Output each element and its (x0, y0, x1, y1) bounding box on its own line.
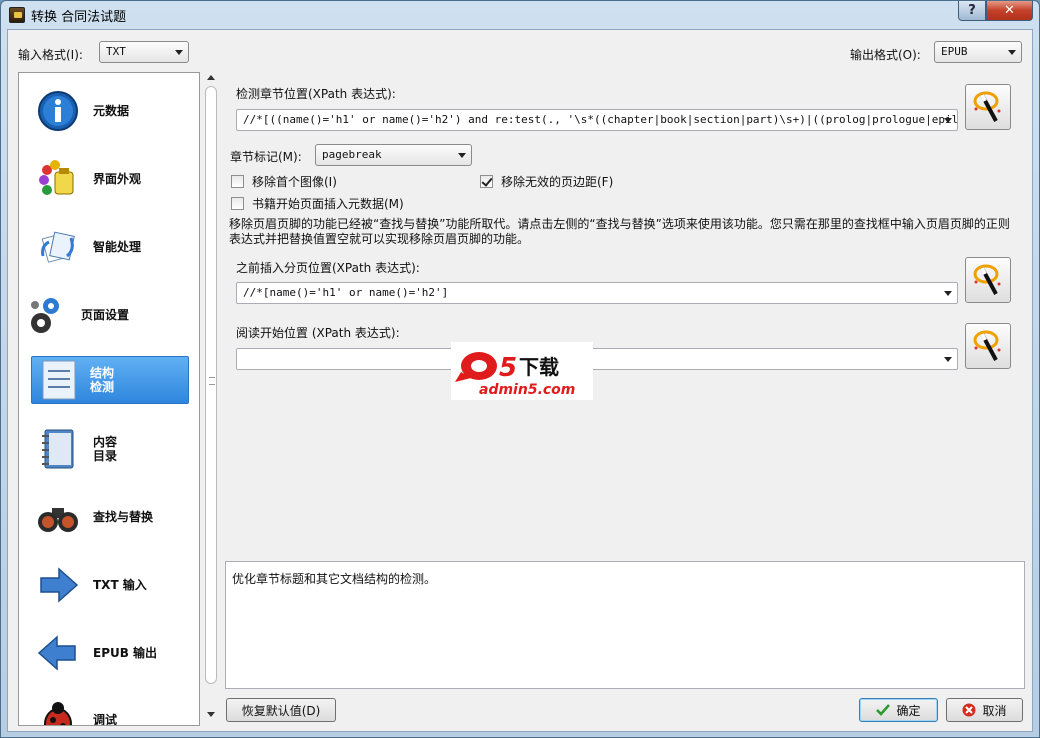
checkbox-label: 移除首个图像(I) (252, 175, 337, 189)
sidebar-item-label: TXT 输入 (93, 578, 147, 592)
chevron-down-icon (1008, 50, 1016, 55)
sidebar-item-label: 界面外观 (93, 172, 142, 186)
checkbox-box[interactable] (480, 175, 493, 188)
page-break-wizard-button[interactable] (965, 257, 1011, 303)
documents-icon (41, 231, 75, 263)
start-reading-xpath-input[interactable] (236, 348, 958, 370)
sidebar-item-label: 智能处理 (93, 240, 142, 254)
binoculars-icon (38, 508, 78, 532)
restore-defaults-label: 恢复默认值(D) (241, 703, 321, 718)
help-text-box: 优化章节标题和其它文档结构的检测。 (225, 561, 1025, 689)
chapter-mark-label: 章节标记(M): (230, 150, 302, 164)
chevron-down-icon (458, 153, 466, 158)
start-reading-label: 阅读开始位置 (XPath 表达式): (236, 326, 400, 340)
remove-fake-margins-checkbox[interactable]: 移除无效的页边距(F) (480, 173, 613, 190)
sidebar-item-label: 元数据 (93, 104, 130, 118)
sidebar-item-label: 调试 (93, 713, 118, 726)
sidebar-item-debug[interactable]: 调试 (23, 695, 195, 726)
sidebar-item-metadata[interactable]: 元数据 (23, 85, 195, 137)
checkbox-label: 移除无效的页边距(F) (501, 175, 614, 189)
page-break-label: 之前插入分页位置(XPath 表达式): (236, 261, 420, 275)
scroll-up-icon[interactable] (207, 75, 215, 80)
close-button[interactable]: ✕ (986, 1, 1033, 21)
sidebar-item-epub-output[interactable]: EPUB 输出 (23, 627, 195, 679)
chapter-mark-select[interactable]: pagebreak (315, 144, 472, 166)
dialog-client: 输入格式(I): TXT 输出格式(O): EPUB 元数据 界面外观 智能处理… (7, 29, 1033, 732)
magic-wand-icon (973, 330, 1001, 361)
a5-logo-icon: 5 下载 admin5.com (455, 352, 575, 398)
sidebar-item-label: EPUB 输出 (93, 646, 158, 660)
sidebar-item-structure-detection[interactable]: 结构 检测 (31, 356, 189, 404)
sidebar-item-txt-input[interactable]: TXT 输入 (23, 559, 195, 611)
paint-icon (39, 160, 74, 195)
chapter-xpath-input[interactable]: //*[((name()='h1' or name()='h2') and re… (236, 109, 958, 131)
sidebar-item-table-of-contents[interactable]: 内容 目录 (23, 423, 195, 475)
start-reading-wizard-button[interactable] (965, 323, 1011, 369)
sidebar-item-search-replace[interactable]: 查找与替换 (23, 491, 195, 543)
cancel-label: 取消 (982, 703, 1007, 718)
page-break-xpath-value: //*[name()='h1' or name()='h2'] (243, 286, 449, 299)
arrow-left-icon (37, 635, 76, 671)
sidebar-item-label: 页面设置 (81, 308, 130, 322)
scrollbar-grip[interactable] (209, 377, 215, 385)
arrow-right-icon (40, 567, 79, 603)
calibre-app-icon (9, 7, 25, 23)
output-format-value: EPUB (941, 45, 968, 58)
restore-defaults-button[interactable]: 恢复默认值(D) (226, 698, 336, 722)
page-break-xpath-input[interactable]: //*[name()='h1' or name()='h2'] (236, 282, 958, 304)
checkbox-box[interactable] (231, 175, 244, 188)
ok-label: 确定 (896, 703, 921, 718)
magic-wand-icon (973, 91, 1001, 122)
window-title: 转换 合同法试题 (31, 9, 127, 25)
help-text: 优化章节标题和其它文档结构的检测。 (232, 572, 437, 586)
help-button[interactable]: ? (958, 1, 986, 21)
chapter-xpath-wizard-button[interactable] (965, 84, 1011, 130)
cancel-button[interactable]: 取消 (946, 698, 1023, 722)
remove-first-image-checkbox[interactable]: 移除首个图像(I) (231, 173, 337, 190)
info-icon (38, 91, 78, 131)
sidebar-item-label: 查找与替换 (93, 510, 154, 524)
output-format-select[interactable]: EPUB (934, 41, 1022, 63)
input-format-select[interactable]: TXT (99, 41, 189, 63)
chapter-mark-value: pagebreak (322, 148, 382, 161)
watermark-site: admin5.com (479, 382, 575, 398)
options-sidebar: 元数据 界面外观 智能处理 页面设置 结构 检测 内容 目录 查找与替换 TXT… (18, 72, 200, 726)
header-footer-notice: 移除页眉页脚的功能已经被“查找与替换”功能所取代。请点击左侧的“查找与替换”选项… (229, 217, 1010, 246)
dialog-window: 转换 合同法试题 ? ✕ 输入格式(I): TXT 输出格式(O): EPUB … (0, 0, 1040, 738)
svg-text:5: 5 (499, 353, 517, 383)
input-format-value: TXT (106, 45, 126, 58)
ok-button[interactable]: 确定 (859, 698, 938, 722)
sidebar-scrollbar[interactable] (204, 72, 218, 726)
checkmark-icon (876, 704, 891, 716)
chevron-down-icon (944, 357, 952, 362)
output-format-label: 输出格式(O): (850, 48, 921, 62)
sidebar-item-page-setup[interactable]: 页面设置 (23, 289, 195, 341)
checkbox-label: 书籍开始页面插入元数据(M) (252, 197, 404, 211)
insert-metadata-checkbox[interactable]: 书籍开始页面插入元数据(M) (231, 195, 404, 212)
chapter-xpath-value: //*[((name()='h1' or name()='h2') and re… (243, 113, 958, 126)
chevron-down-icon (944, 291, 952, 296)
chevron-down-icon (175, 50, 183, 55)
sidebar-item-heuristics[interactable]: 智能处理 (23, 221, 195, 273)
title-bar: 转换 合同法试题 (1, 1, 1039, 29)
sidebar-item-label: 结构 检测 (90, 366, 115, 394)
sidebar-item-look-and-feel[interactable]: 界面外观 (23, 153, 195, 205)
checkbox-box[interactable] (231, 197, 244, 210)
svg-text:下载: 下载 (519, 355, 559, 379)
magic-wand-icon (973, 264, 1001, 295)
gears-icon (31, 298, 59, 333)
document-lines-icon (42, 360, 76, 400)
notebook-icon (42, 429, 74, 469)
bug-icon (44, 702, 72, 725)
chapter-xpath-label: 检测章节位置(XPath 表达式): (236, 87, 396, 101)
chevron-down-icon (944, 118, 952, 123)
cancel-icon (962, 703, 976, 717)
input-format-label: 输入格式(I): (18, 48, 83, 62)
scroll-down-icon[interactable] (207, 712, 215, 717)
sidebar-item-label: 内容 目录 (93, 435, 118, 463)
watermark-logo: 5 下载 admin5.com (451, 342, 593, 400)
scrollbar-track[interactable] (205, 86, 217, 684)
